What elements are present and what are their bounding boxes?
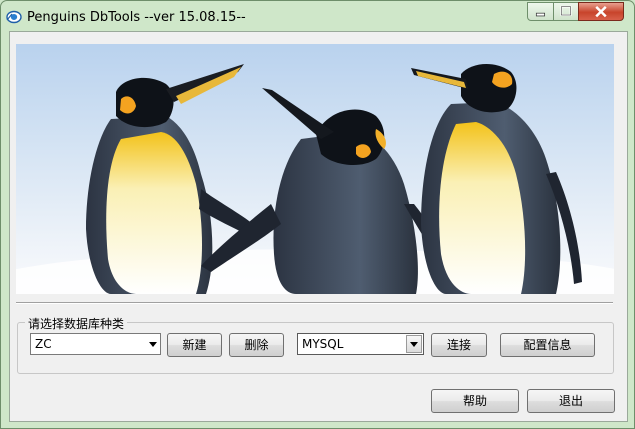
- minimize-icon: [535, 12, 546, 17]
- exit-button[interactable]: 退出: [527, 389, 615, 413]
- connection-select-value: ZC: [35, 337, 52, 351]
- help-button[interactable]: 帮助: [431, 389, 519, 413]
- new-button[interactable]: 新建: [167, 333, 222, 357]
- separator: [16, 302, 613, 304]
- connection-select[interactable]: ZC: [30, 333, 161, 355]
- window-title: Penguins DbTools --ver 15.08.15--: [27, 10, 246, 25]
- delete-button[interactable]: 删除: [229, 333, 284, 357]
- title-bar[interactable]: Penguins DbTools --ver 15.08.15--: [1, 1, 634, 31]
- chevron-down-icon: [410, 342, 418, 347]
- penguins-banner-image: [16, 44, 614, 294]
- chevron-down-icon: [149, 342, 157, 347]
- db-type-select[interactable]: MYSQL: [297, 333, 424, 355]
- close-button[interactable]: [578, 2, 624, 21]
- groupbox-title: 请选择数据库种类: [25, 315, 128, 332]
- maximize-icon: [560, 5, 572, 16]
- db-type-dropdown-button[interactable]: [406, 335, 422, 353]
- minimize-button[interactable]: [527, 2, 554, 21]
- maximize-button[interactable]: [553, 2, 579, 21]
- app-icon: [6, 10, 22, 24]
- config-info-button[interactable]: 配置信息: [500, 333, 595, 357]
- db-type-select-value: MYSQL: [302, 337, 344, 351]
- close-icon: [595, 5, 607, 18]
- client-area: 请选择数据库种类 ZC 新建 删除 MYSQL 连接 配置信息 帮助 退出: [9, 31, 628, 422]
- connect-button[interactable]: 连接: [431, 333, 487, 357]
- app-window: Penguins DbTools --ver 15.08.15-- 请选择数据库…: [0, 0, 635, 429]
